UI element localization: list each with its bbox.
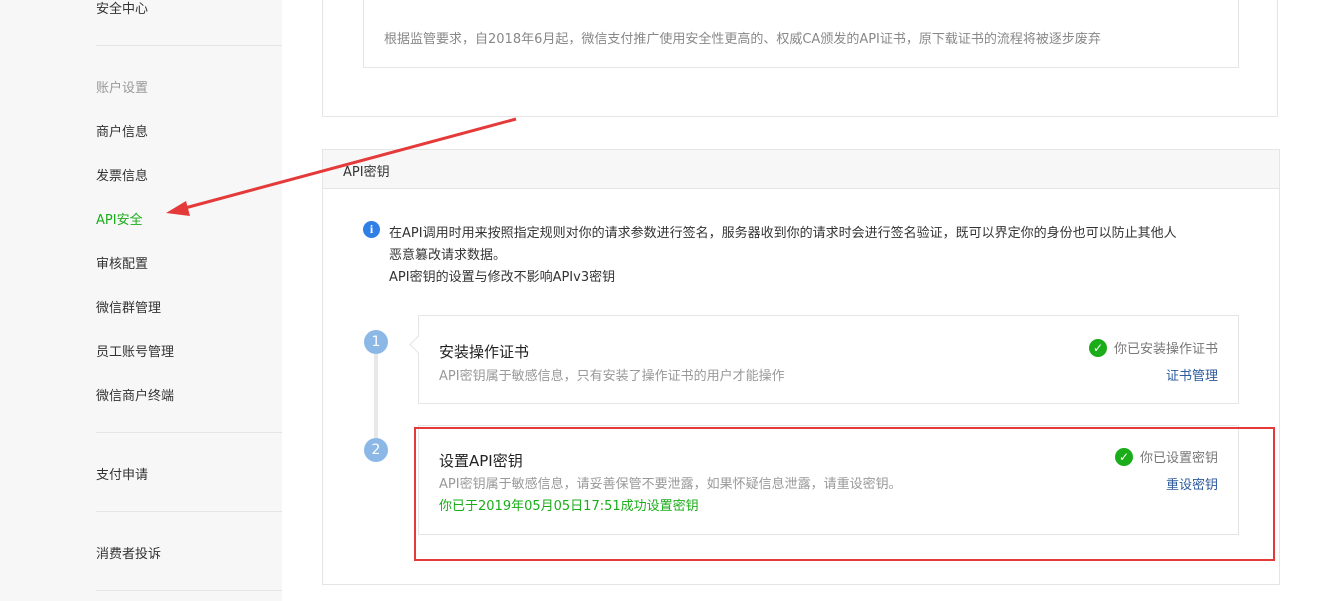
annotation-arrow-head bbox=[166, 201, 190, 216]
annotation-arrow-line bbox=[184, 117, 517, 210]
annotation-arrow bbox=[166, 117, 517, 216]
